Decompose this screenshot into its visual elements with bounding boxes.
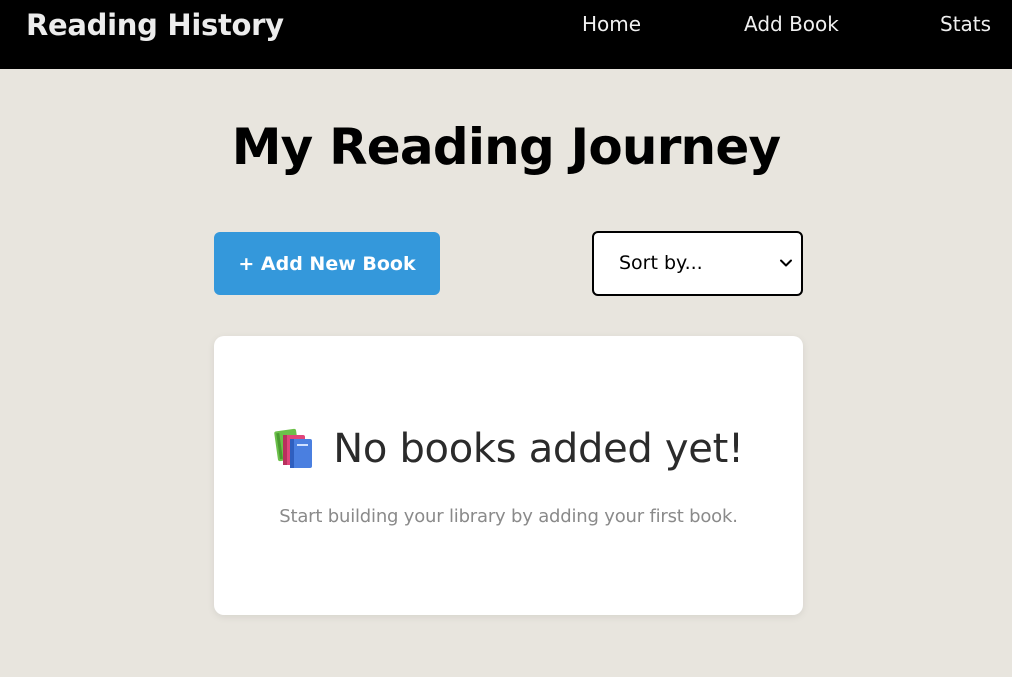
books-icon xyxy=(274,428,313,468)
empty-state-heading: No books added yet! xyxy=(214,426,803,472)
empty-state-subtitle: Start building your library by adding yo… xyxy=(279,506,738,527)
nav-link-add-book[interactable]: Add Book xyxy=(744,12,839,36)
sort-select[interactable]: Sort by... xyxy=(592,231,803,296)
brand-logo-text[interactable]: Reading History xyxy=(26,8,284,42)
nav-link-stats[interactable]: Stats xyxy=(940,12,991,36)
nav-link-home[interactable]: Home xyxy=(582,12,641,36)
chevron-down-icon xyxy=(780,259,792,267)
navbar: Reading History Home Add Book Stats xyxy=(0,0,1012,69)
page-title: My Reading Journey xyxy=(231,118,781,176)
empty-state-title: No books added yet! xyxy=(333,426,744,472)
empty-state-card: No books added yet! Start building your … xyxy=(214,336,803,615)
add-new-book-button[interactable]: + Add New Book xyxy=(214,232,440,295)
sort-select-value: Sort by... xyxy=(619,252,703,274)
